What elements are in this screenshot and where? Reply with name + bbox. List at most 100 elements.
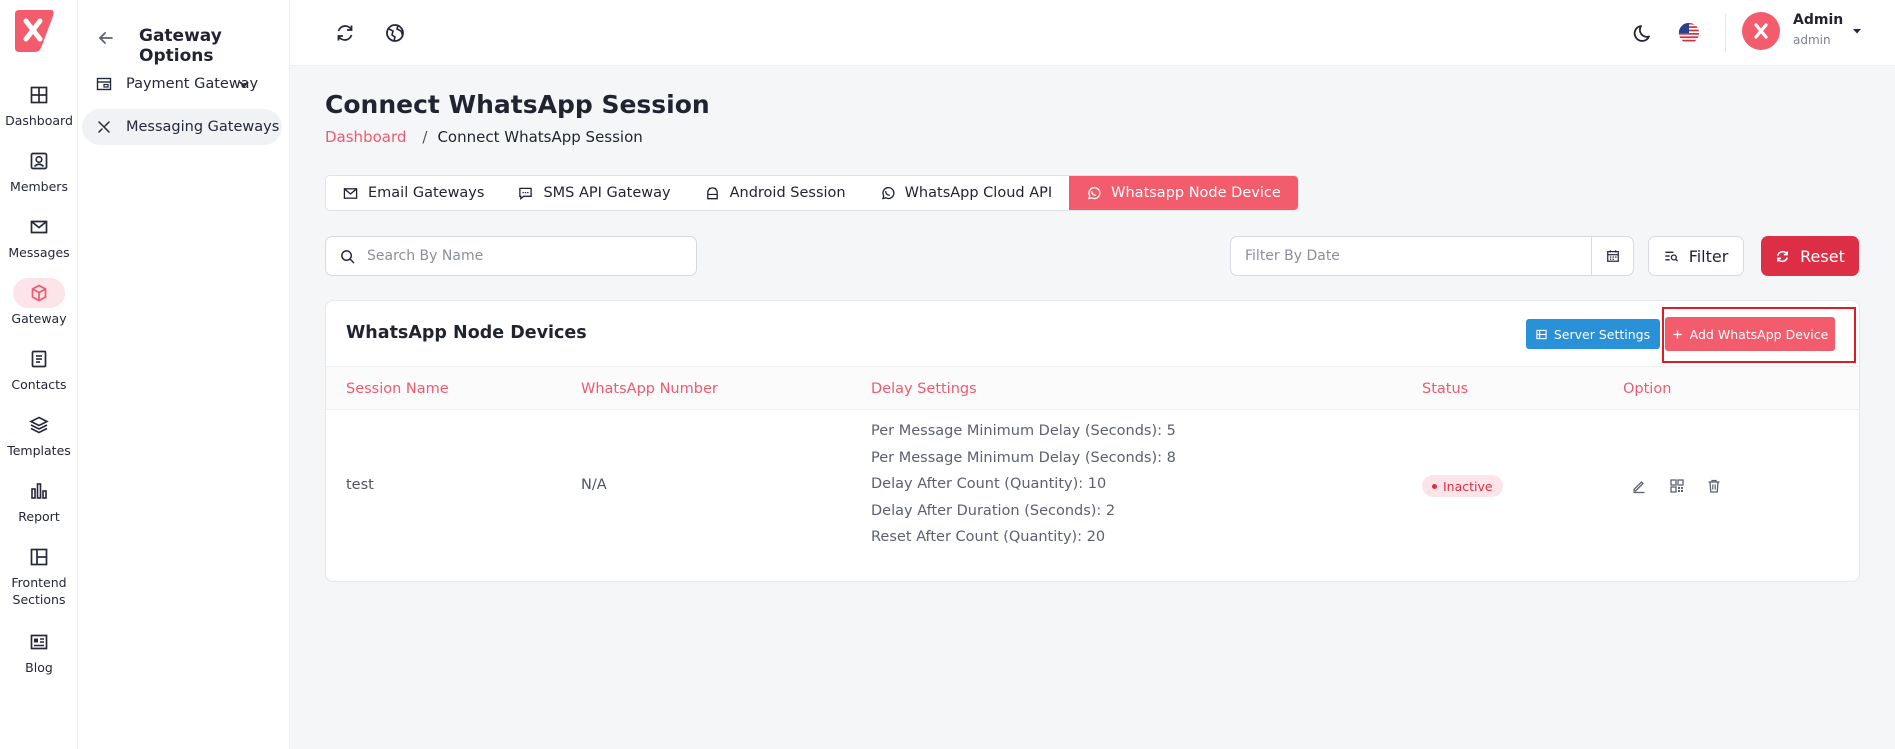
app-logo[interactable] xyxy=(11,8,55,54)
chevron-down-icon xyxy=(239,81,249,88)
column-header-session-name: Session Name xyxy=(346,381,449,397)
rail-item-label: Report xyxy=(18,509,60,524)
globe-icon[interactable] xyxy=(381,19,409,47)
column-header-status: Status xyxy=(1422,381,1469,397)
add-whatsapp-device-button[interactable]: Add WhatsApp Device xyxy=(1665,317,1835,351)
tab-email-gateways[interactable]: Email Gateways xyxy=(326,176,501,210)
page-title: Connect WhatsApp Session xyxy=(325,90,710,119)
trash-icon[interactable] xyxy=(1704,476,1724,496)
tab-label: Email Gateways xyxy=(368,185,485,201)
rail-item-label: Gateway xyxy=(11,311,67,326)
dark-mode-moon-icon[interactable] xyxy=(1630,19,1658,47)
rail-item-label: Members xyxy=(10,179,68,194)
rail-item-label: Dashboard xyxy=(5,113,73,128)
edit-icon[interactable] xyxy=(1629,476,1649,496)
contacts-icon xyxy=(31,350,47,368)
delay-setting-line: Per Message Minimum Delay (Seconds): 5 xyxy=(871,423,1176,439)
server-settings-label: Server Settings xyxy=(1553,326,1651,342)
chat-bubble-icon xyxy=(519,187,533,200)
top-bar: Admin admin xyxy=(290,0,1895,66)
server-settings-button[interactable]: Server Settings xyxy=(1526,319,1660,349)
caret-down-icon[interactable] xyxy=(1851,22,1863,41)
filter-button[interactable]: Filter xyxy=(1648,236,1744,276)
server-icon xyxy=(1536,329,1547,339)
column-header-whatsapp-number: WhatsApp Number xyxy=(581,381,718,397)
rail-item-frontend-sections[interactable]: Frontend Sections xyxy=(0,542,78,608)
whatsapp-number-cell: N/A xyxy=(581,477,607,493)
add-device-label: Add WhatsApp Device xyxy=(1689,326,1829,342)
rail-item-contacts[interactable]: Contacts xyxy=(0,344,78,393)
rail-item-report[interactable]: Report xyxy=(0,476,78,525)
rail-item-gateway[interactable]: Gateway xyxy=(0,278,78,327)
rail-item-templates[interactable]: Templates xyxy=(0,410,78,459)
filter-search-icon xyxy=(1665,251,1678,262)
tab-label: Whatsapp Node Device xyxy=(1111,185,1281,201)
session-name-cell: test xyxy=(346,477,374,493)
wallet-icon xyxy=(96,77,112,91)
delay-setting-line: Delay After Count (Quantity): 10 xyxy=(871,476,1107,492)
table-header: Session Name WhatsApp Number Delay Setti… xyxy=(326,366,1859,410)
rail-item-members[interactable]: Members xyxy=(0,146,78,195)
delay-setting-line: Reset After Count (Quantity): 20 xyxy=(871,529,1106,545)
rail-item-label: Contacts xyxy=(11,377,67,392)
avatar[interactable] xyxy=(1742,12,1780,50)
grid-icon xyxy=(30,86,48,104)
refresh-icon[interactable] xyxy=(331,19,359,47)
status-badge: Inactive xyxy=(1422,475,1503,497)
rail-item-label: Frontend Sections xyxy=(11,575,67,607)
column-header-option: Option xyxy=(1623,381,1672,397)
plus-icon xyxy=(1673,329,1682,339)
gateway-options-sidebar: Gateway Options Payment Gateway Messagin… xyxy=(78,0,290,749)
layers-icon xyxy=(29,416,49,434)
tab-label: WhatsApp Cloud API xyxy=(904,185,1053,201)
icon-rail: Dashboard Members Messages Gateway Conta… xyxy=(0,0,78,749)
rail-item-blog[interactable]: Blog xyxy=(0,627,78,676)
delay-setting-line: Delay After Duration (Seconds): 2 xyxy=(871,503,1116,519)
admin-role: admin xyxy=(1793,33,1831,47)
rail-item-label: Messages xyxy=(8,245,70,260)
column-header-delay-settings: Delay Settings xyxy=(871,381,977,397)
sidebar-item-payment-gateway[interactable]: Payment Gateway xyxy=(82,66,282,102)
qr-code-icon[interactable] xyxy=(1667,476,1687,496)
mail-send-icon xyxy=(30,220,48,234)
date-filter xyxy=(1230,236,1634,276)
back-arrow-icon[interactable] xyxy=(94,26,118,50)
breadcrumb: Dashboard / Connect WhatsApp Session xyxy=(325,128,643,146)
reset-button-label: Reset xyxy=(1800,246,1845,266)
sidebar-item-label: Messaging Gateways xyxy=(126,119,280,135)
tab-whatsapp-node-device[interactable]: Whatsapp Node Device xyxy=(1069,176,1298,210)
refresh-icon xyxy=(1777,250,1789,262)
sidebar-item-messaging-gateways[interactable]: Messaging Gateways xyxy=(82,109,282,145)
rail-item-label: Blog xyxy=(25,660,53,675)
breadcrumb-separator: / xyxy=(422,128,428,146)
tab-android-session[interactable]: Android Session xyxy=(688,176,863,210)
tools-icon xyxy=(98,121,110,133)
breadcrumb-dashboard-link[interactable]: Dashboard xyxy=(325,128,406,146)
gateway-tabs: Email Gateways SMS API Gateway Android S… xyxy=(325,175,1299,211)
admin-name: Admin xyxy=(1793,12,1844,28)
reset-button[interactable]: Reset xyxy=(1761,236,1859,276)
user-square-icon xyxy=(30,152,48,170)
status-label: Inactive xyxy=(1443,478,1493,494)
android-icon xyxy=(706,186,718,199)
status-dot xyxy=(1432,483,1437,489)
calendar-icon[interactable] xyxy=(1591,237,1633,275)
search-icon xyxy=(341,249,355,263)
whatsapp-icon xyxy=(1088,186,1101,199)
tab-label: SMS API Gateway xyxy=(543,185,671,201)
sidebar-title: Gateway Options xyxy=(139,26,222,66)
rail-item-messages[interactable]: Messages xyxy=(0,212,78,261)
tab-whatsapp-cloud-api[interactable]: WhatsApp Cloud API xyxy=(863,176,1070,210)
tab-sms-api-gateway[interactable]: SMS API Gateway xyxy=(501,176,687,210)
us-flag-icon[interactable] xyxy=(1676,20,1702,46)
node-devices-card: WhatsApp Node Devices Server Settings Ad… xyxy=(325,300,1860,582)
bar-chart-icon xyxy=(31,483,47,499)
delay-setting-line: Per Message Minimum Delay (Seconds): 8 xyxy=(871,450,1176,466)
rail-item-dashboard[interactable]: Dashboard xyxy=(0,80,78,129)
search-input[interactable] xyxy=(367,248,687,264)
date-filter-input[interactable] xyxy=(1231,248,1591,264)
filter-button-label: Filter xyxy=(1688,246,1729,266)
whatsapp-icon xyxy=(881,186,895,199)
card-title: WhatsApp Node Devices xyxy=(346,323,587,343)
breadcrumb-current: Connect WhatsApp Session xyxy=(437,128,643,146)
